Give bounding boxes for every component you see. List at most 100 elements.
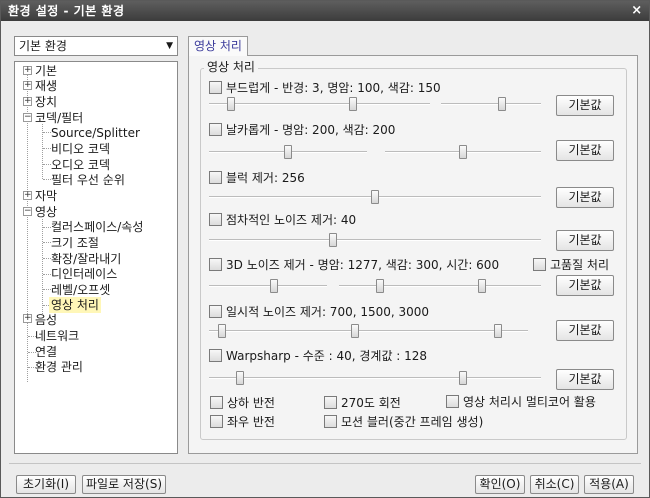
multicore-label: 영상 처리시 멀티코어 활용	[463, 395, 596, 409]
tree-item-resize[interactable]: 크기 조절	[51, 235, 99, 251]
warpsharp-level-slider[interactable]	[209, 371, 399, 385]
rotate-270-row: 270도 회전	[324, 395, 401, 411]
warpsharp-checkbox[interactable]	[209, 349, 222, 362]
noise3d-contrast-slider[interactable]	[209, 279, 327, 293]
slider-thumb[interactable]	[226, 97, 235, 111]
tree-item-network[interactable]: 네트워크	[35, 328, 79, 344]
apply-button[interactable]: 적용(A)	[584, 475, 634, 494]
gradual-noise-default-button[interactable]: 기본값	[556, 230, 614, 251]
tree-item-deinterlace[interactable]: 디인터레이스	[51, 266, 117, 282]
slider-thumb[interactable]	[348, 97, 357, 111]
tree-item-colorspace[interactable]: 컬러스페이스/속성	[51, 219, 143, 235]
title-bar: 환경 설정 - 기본 환경 ×	[1, 1, 649, 21]
tree-item-config-manage[interactable]: 환경 관리	[35, 359, 83, 375]
tree-item-source-splitter[interactable]: Source/Splitter	[51, 125, 140, 141]
block-checkbox[interactable]	[209, 171, 222, 184]
save-to-file-button[interactable]: 파일로 저장(S)	[82, 475, 166, 494]
smooth-default-button[interactable]: 기본값	[556, 95, 614, 116]
slider-thumb[interactable]	[236, 371, 245, 385]
block-slider[interactable]	[209, 190, 541, 204]
tree-item-filter-priority[interactable]: 필터 우선 순위	[51, 172, 125, 188]
slider-thumb[interactable]	[328, 233, 337, 247]
flip-vertical-label: 상하 반전	[227, 396, 275, 410]
block-label: 블럭 제거: 256	[226, 171, 305, 185]
tree-item-level-offset[interactable]: 레벨/오프셋	[51, 282, 110, 298]
warpsharp-default-button[interactable]: 기본값	[556, 369, 614, 390]
expand-icon[interactable]: +	[23, 81, 32, 90]
tree-item-basic[interactable]: 기본	[35, 63, 57, 79]
noise3d-time-slider[interactable]	[417, 279, 541, 293]
gradual-noise-row: 점차적인 노이즈 제거: 40	[209, 212, 356, 228]
flip-vertical-row: 상하 반전	[210, 395, 275, 411]
expand-icon[interactable]: +	[23, 314, 32, 323]
flip-horizontal-label: 좌우 반전	[227, 415, 275, 429]
temporal-noise-label: 일시적 노이즈 제거: 700, 1500, 3000	[226, 305, 430, 319]
collapse-icon[interactable]: −	[23, 113, 32, 122]
block-default-button[interactable]: 기본값	[556, 187, 614, 208]
noise3d-row: 3D 노이즈 제거 - 명암: 1277, 색감: 300, 시간: 600	[209, 257, 499, 273]
window-title: 환경 설정 - 기본 환경	[8, 4, 125, 18]
temporal-noise-default-button[interactable]: 기본값	[556, 320, 614, 341]
reset-button[interactable]: 초기화(I)	[16, 475, 76, 494]
bottom-separator	[9, 463, 641, 464]
smooth-contrast-slider[interactable]	[275, 97, 430, 111]
slider-track	[209, 285, 327, 287]
noise3d-default-button[interactable]: 기본값	[556, 275, 614, 296]
slider-thumb[interactable]	[493, 324, 502, 338]
collapse-icon[interactable]: −	[23, 207, 32, 216]
slider-thumb[interactable]	[217, 324, 226, 338]
expand-icon[interactable]: +	[23, 97, 32, 106]
smooth-color-slider[interactable]	[441, 97, 541, 111]
tree-item-audio-codec[interactable]: 오디오 코덱	[51, 157, 110, 173]
category-tree[interactable]: + + + − + − + 기본 재생 장치 코덱/필터 Source/Spli…	[14, 61, 178, 454]
ok-button[interactable]: 확인(O)	[475, 475, 525, 494]
category-select[interactable]: 기본 환경 ▼	[14, 36, 178, 56]
tree-item-expand-crop[interactable]: 확장/잘라내기	[51, 251, 121, 267]
tree-item-playback[interactable]: 재생	[35, 78, 57, 94]
gradual-noise-checkbox[interactable]	[209, 213, 222, 226]
tab-video-processing[interactable]: 영상 처리	[188, 36, 248, 56]
expand-icon[interactable]: +	[23, 191, 32, 200]
flip-horizontal-checkbox[interactable]	[210, 415, 223, 428]
slider-thumb[interactable]	[498, 97, 507, 111]
rotate-270-label: 270도 회전	[341, 396, 401, 410]
slider-track	[209, 239, 541, 241]
slider-track	[441, 103, 541, 105]
tree-item-audio[interactable]: 음성	[35, 312, 57, 328]
tree-item-video[interactable]: 영상	[35, 204, 57, 220]
tree-item-video-processing[interactable]: 영상 처리	[49, 297, 101, 313]
slider-thumb[interactable]	[284, 145, 292, 159]
smooth-checkbox[interactable]	[209, 81, 222, 94]
slider-thumb[interactable]	[459, 145, 467, 159]
slider-thumb[interactable]	[371, 190, 379, 204]
sharpen-contrast-slider[interactable]	[209, 145, 367, 159]
rotate-270-checkbox[interactable]	[324, 396, 337, 409]
close-button[interactable]: ×	[629, 3, 645, 19]
slider-thumb[interactable]	[351, 324, 360, 338]
flip-vertical-checkbox[interactable]	[210, 396, 223, 409]
expand-icon[interactable]: +	[23, 66, 32, 75]
slider-thumb[interactable]	[269, 279, 278, 293]
sharpen-checkbox[interactable]	[209, 123, 222, 136]
gradual-noise-slider[interactable]	[209, 233, 541, 247]
warpsharp-threshold-slider[interactable]	[385, 371, 541, 385]
settings-window: 환경 설정 - 기본 환경 × 기본 환경 ▼ + + + − + − + 기본…	[0, 0, 650, 498]
temporal-noise-checkbox[interactable]	[209, 305, 222, 318]
tree-item-subtitle[interactable]: 자막	[35, 188, 57, 204]
sharpen-color-slider[interactable]	[385, 145, 541, 159]
slider-thumb[interactable]	[459, 371, 467, 385]
cancel-button[interactable]: 취소(C)	[530, 475, 579, 494]
slider-thumb[interactable]	[478, 279, 487, 293]
slider-thumb[interactable]	[375, 279, 384, 293]
noise3d-checkbox[interactable]	[209, 258, 222, 271]
motion-blur-checkbox[interactable]	[324, 415, 337, 428]
temporal-noise-slider-3[interactable]	[401, 324, 528, 338]
tree-item-video-codec[interactable]: 비디오 코덱	[51, 141, 110, 157]
tree-item-device[interactable]: 장치	[35, 94, 57, 110]
sharpen-default-button[interactable]: 기본값	[556, 140, 614, 161]
tree-item-association[interactable]: 연결	[35, 344, 57, 360]
smooth-label: 부드럽게 - 반경: 3, 명암: 100, 색감: 150	[226, 81, 441, 95]
tree-item-codec-filter[interactable]: 코덱/필터	[35, 110, 83, 126]
noise3d-hq-checkbox[interactable]	[533, 258, 546, 271]
multicore-checkbox[interactable]	[446, 395, 459, 408]
